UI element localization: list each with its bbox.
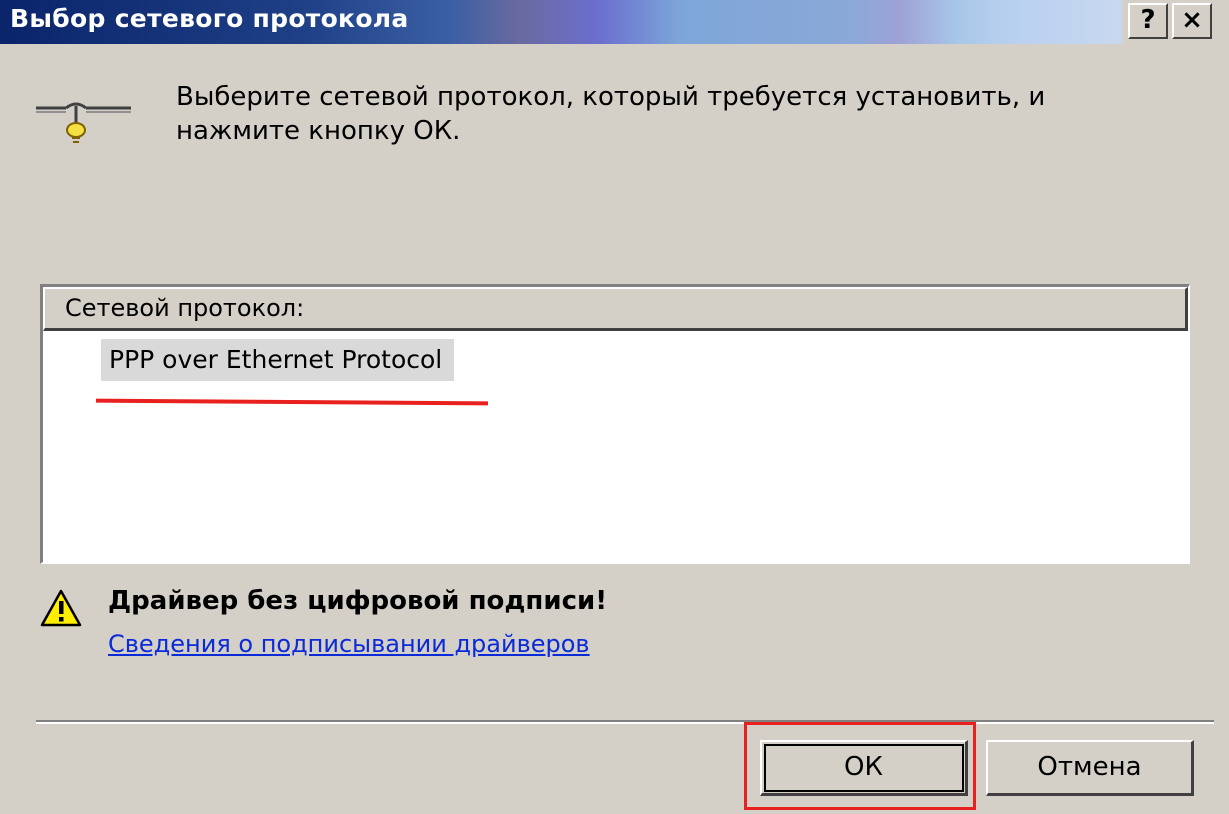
title-bar[interactable]: Выбор сетевого протокола ? × (0, 0, 1229, 44)
list-item-pppoe[interactable]: PPP over Ethernet Protocol (101, 339, 455, 381)
ok-button[interactable]: ОК (760, 740, 968, 796)
cancel-button[interactable]: Отмена (986, 740, 1194, 796)
window-title: Выбор сетевого протокола (10, 4, 409, 33)
list-column-header[interactable]: Сетевой протокол: (43, 287, 1188, 331)
driver-signing-info-link[interactable]: Сведения о подписывании драйверов (108, 630, 590, 658)
instruction-text: Выберите сетевой протокол, который требу… (176, 82, 1046, 146)
unsigned-driver-warning: Драйвер без цифровой подписи! (108, 586, 608, 616)
warning-icon (40, 589, 82, 627)
protocol-list[interactable]: Сетевой протокол: PPP over Ethernet Prot… (40, 284, 1190, 564)
network-protocol-icon (36, 102, 131, 143)
close-button[interactable]: × (1172, 3, 1212, 39)
dialog-window: Выбор сетевого протокола ? × Выберите се… (0, 0, 1229, 814)
separator (36, 720, 1214, 724)
help-button[interactable]: ? (1128, 3, 1168, 39)
